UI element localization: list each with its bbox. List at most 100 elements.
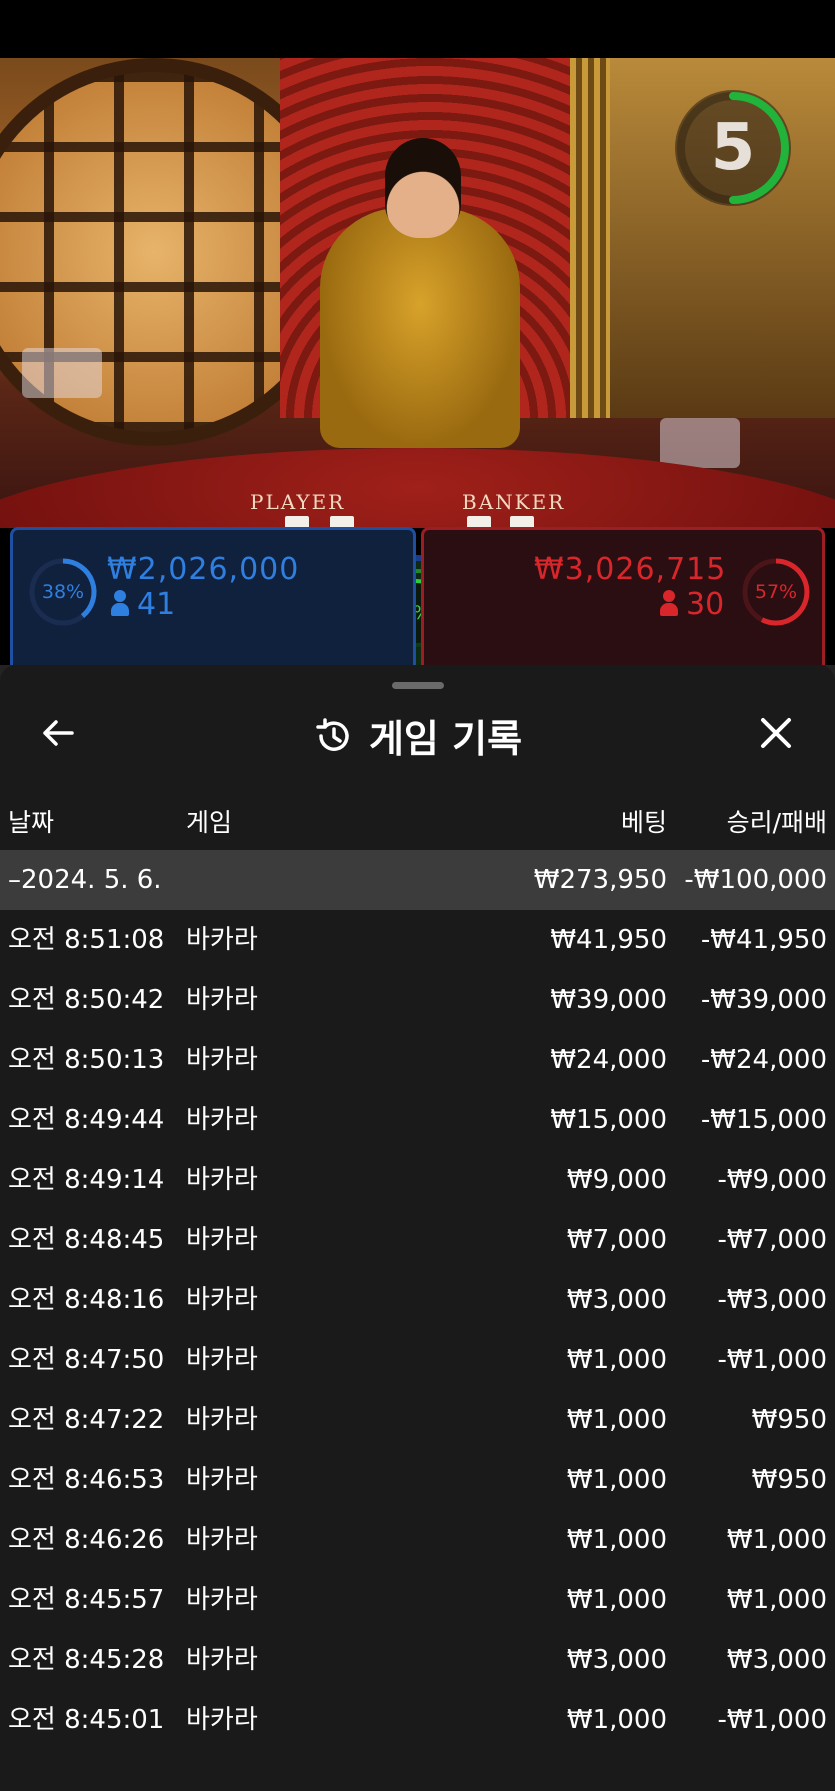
status-bar — [0, 0, 835, 58]
row-result: -₩9,000 — [717, 1165, 827, 1195]
game-history-sheet: 게임 기록 날짜 게임 베팅 승리/패배 –2024. 5. 6. ₩273,9… — [0, 665, 835, 1791]
row-bet: ₩9,000 — [566, 1165, 667, 1195]
history-row[interactable]: 오전 8:50:42 바카라 ₩39,000 -₩39,000 — [0, 970, 835, 1030]
column-header-date: 날짜 — [8, 808, 55, 837]
table-label-player: PLAYER — [250, 490, 346, 514]
history-row[interactable]: 오전 8:45:01 바카라 ₩1,000 -₩1,000 — [0, 1690, 835, 1750]
row-bet: ₩1,000 — [566, 1345, 667, 1375]
drag-handle[interactable] — [392, 682, 444, 689]
player-count: 41 — [111, 587, 175, 622]
dealer-head — [385, 138, 461, 238]
row-game: 바카라 — [186, 1405, 258, 1435]
row-time: 오전 8:45:01 — [8, 1705, 165, 1735]
row-time: 오전 8:48:45 — [8, 1225, 165, 1255]
history-row[interactable]: 오전 8:48:16 바카라 ₩3,000 -₩3,000 — [0, 1270, 835, 1330]
row-bet: ₩1,000 — [566, 1405, 667, 1435]
summary-result: -₩100,000 — [684, 865, 827, 895]
banker-total-amount: ₩3,026,715 — [534, 552, 727, 587]
row-bet: ₩3,000 — [566, 1645, 667, 1675]
row-game: 바카라 — [186, 1525, 258, 1555]
discard-tray — [660, 418, 740, 468]
row-time: 오전 8:48:16 — [8, 1285, 165, 1315]
history-row[interactable]: 오전 8:46:26 바카라 ₩1,000 ₩1,000 — [0, 1510, 835, 1570]
row-time: 오전 8:49:44 — [8, 1105, 165, 1135]
banker-bet-panel[interactable]: ₩3,026,715 30 57% — [421, 527, 825, 673]
row-time: 오전 8:45:57 — [8, 1585, 165, 1615]
history-row[interactable]: 오전 8:45:28 바카라 ₩3,000 ₩3,000 — [0, 1630, 835, 1690]
row-result: ₩950 — [751, 1405, 827, 1435]
row-time: 오전 8:46:53 — [8, 1465, 165, 1495]
history-row[interactable]: 오전 8:50:13 바카라 ₩24,000 -₩24,000 — [0, 1030, 835, 1090]
row-bet: ₩41,950 — [550, 925, 667, 955]
row-game: 바카라 — [186, 925, 258, 955]
row-time: 오전 8:49:14 — [8, 1165, 165, 1195]
table-label-banker: BANKER — [462, 490, 566, 514]
dealer — [320, 208, 520, 448]
row-time: 오전 8:47:50 — [8, 1345, 165, 1375]
row-bet: ₩1,000 — [566, 1465, 667, 1495]
row-bet: ₩1,000 — [566, 1705, 667, 1735]
card-shoe — [22, 348, 102, 398]
row-result: -₩1,000 — [717, 1705, 827, 1735]
row-time: 오전 8:46:26 — [8, 1525, 165, 1555]
row-result: ₩1,000 — [726, 1525, 827, 1555]
row-bet: ₩39,000 — [550, 985, 667, 1015]
history-row[interactable]: 오전 8:47:50 바카라 ₩1,000 -₩1,000 — [0, 1330, 835, 1390]
history-row[interactable]: 오전 8:49:14 바카라 ₩9,000 -₩9,000 — [0, 1150, 835, 1210]
player-bet-panel[interactable]: 38% ₩2,026,000 41 — [10, 527, 416, 673]
row-result: -₩1,000 — [717, 1345, 827, 1375]
row-result: -₩24,000 — [700, 1045, 827, 1075]
row-bet: ₩3,000 — [566, 1285, 667, 1315]
row-result: ₩1,000 — [726, 1585, 827, 1615]
sheet-title: 게임 기록 — [368, 717, 523, 761]
player-percent: 38% — [41, 581, 85, 603]
row-game: 바카라 — [186, 1585, 258, 1615]
row-bet: ₩1,000 — [566, 1525, 667, 1555]
person-icon — [660, 590, 678, 616]
summary-bet: ₩273,950 — [533, 865, 667, 895]
history-row[interactable]: 오전 8:48:45 바카라 ₩7,000 -₩7,000 — [0, 1210, 835, 1270]
player-count-value: 41 — [137, 587, 176, 622]
sheet-header: 게임 기록 — [0, 708, 835, 761]
row-time: 오전 8:50:42 — [8, 985, 165, 1015]
banker-percent: 57% — [754, 581, 798, 603]
row-result: -₩39,000 — [700, 985, 827, 1015]
player-total-amount: ₩2,026,000 — [107, 552, 300, 587]
column-header-game: 게임 — [186, 808, 233, 837]
row-time: 오전 8:47:22 — [8, 1405, 165, 1435]
banker-percent-ring: 57% — [740, 556, 812, 628]
summary-date: –2024. 5. 6. — [8, 865, 162, 895]
column-header-bet: 베팅 — [620, 808, 667, 837]
row-game: 바카라 — [186, 1705, 258, 1735]
row-game: 바카라 — [186, 1345, 258, 1375]
row-game: 바카라 — [186, 1165, 258, 1195]
history-row[interactable]: 오전 8:51:08 바카라 ₩41,950 -₩41,950 — [0, 910, 835, 970]
row-bet: ₩7,000 — [566, 1225, 667, 1255]
row-result: ₩950 — [751, 1465, 827, 1495]
person-icon — [111, 590, 129, 616]
row-time: 오전 8:50:13 — [8, 1045, 165, 1075]
history-icon — [316, 717, 349, 751]
banker-count-value: 30 — [686, 587, 725, 622]
row-game: 바카라 — [186, 1465, 258, 1495]
row-result: -₩7,000 — [717, 1225, 827, 1255]
row-time: 오전 8:51:08 — [8, 925, 165, 955]
row-game: 바카라 — [186, 985, 258, 1015]
row-bet: ₩24,000 — [550, 1045, 667, 1075]
row-game: 바카라 — [186, 1645, 258, 1675]
column-header-result: 승리/패배 — [726, 808, 827, 837]
row-bet: ₩15,000 — [550, 1105, 667, 1135]
history-row[interactable]: 오전 8:49:44 바카라 ₩15,000 -₩15,000 — [0, 1090, 835, 1150]
background-pillar — [570, 58, 610, 418]
history-row[interactable]: 오전 8:46:53 바카라 ₩1,000 ₩950 — [0, 1450, 835, 1510]
row-result: -₩15,000 — [700, 1105, 827, 1135]
row-result: -₩3,000 — [717, 1285, 827, 1315]
close-icon[interactable] — [756, 713, 796, 753]
row-result: -₩41,950 — [700, 925, 827, 955]
history-row[interactable]: 오전 8:45:57 바카라 ₩1,000 ₩1,000 — [0, 1570, 835, 1630]
player-percent-ring: 38% — [27, 556, 99, 628]
date-summary-row[interactable]: –2024. 5. 6. ₩273,950 -₩100,000 — [0, 850, 835, 910]
history-row[interactable]: 오전 8:47:22 바카라 ₩1,000 ₩950 — [0, 1390, 835, 1450]
row-time: 오전 8:45:28 — [8, 1645, 165, 1675]
countdown-value: 5 — [710, 111, 756, 185]
